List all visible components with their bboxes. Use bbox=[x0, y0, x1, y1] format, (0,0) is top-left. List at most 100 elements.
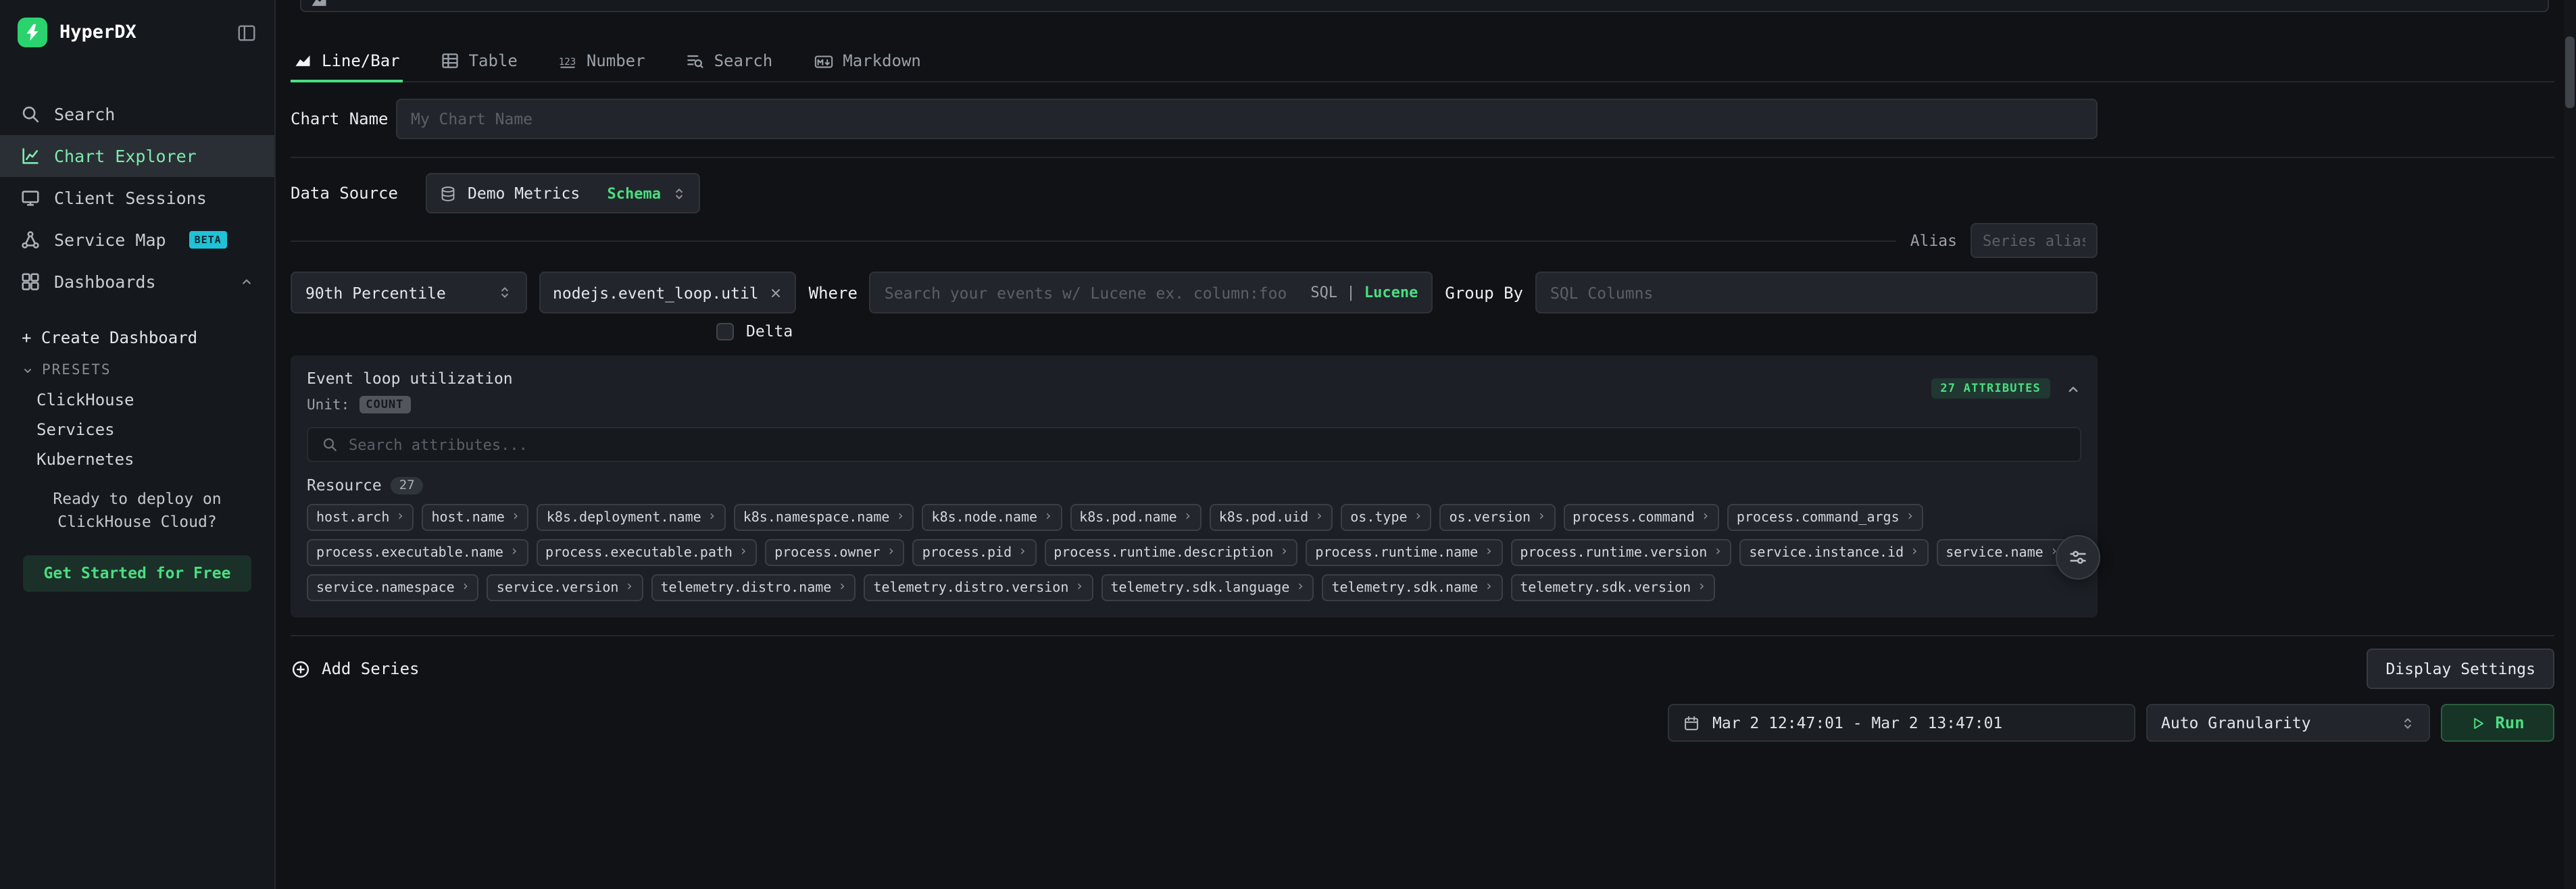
metric-attributes-panel: Event loop utilization Unit: COUNT 27 AT… bbox=[291, 355, 2098, 617]
sidebar-item-search[interactable]: Search bbox=[0, 93, 274, 135]
time-range-picker[interactable]: Mar 2 12:47:01 - Mar 2 13:47:01 bbox=[1668, 704, 2135, 742]
add-series-button[interactable]: Add Series bbox=[291, 659, 420, 679]
attribute-chip[interactable]: k8s.pod.uid › bbox=[1210, 504, 1333, 531]
attribute-chip[interactable]: process.command_args › bbox=[1727, 504, 1924, 531]
chart-name-input[interactable] bbox=[411, 109, 2083, 128]
attribute-chip-label: process.runtime.description bbox=[1054, 545, 1273, 560]
data-source-select[interactable]: Demo Metrics Schema bbox=[426, 173, 700, 213]
search-icon bbox=[20, 104, 41, 124]
sidebar-collapse-icon[interactable] bbox=[237, 22, 257, 43]
chevron-right-icon: › bbox=[1714, 546, 1722, 559]
divider bbox=[291, 240, 1897, 241]
sidebar-preset-item[interactable]: Services bbox=[0, 415, 274, 444]
attribute-chip[interactable]: process.executable.name › bbox=[307, 539, 528, 566]
tab-label: Search bbox=[714, 51, 773, 70]
attribute-chip[interactable]: telemetry.distro.version › bbox=[864, 574, 1093, 601]
svg-text:123: 123 bbox=[559, 57, 576, 68]
lucene-toggle[interactable]: Lucene bbox=[1364, 284, 1418, 301]
tab-table[interactable]: Table bbox=[438, 41, 520, 81]
display-settings-button[interactable]: Display Settings bbox=[2367, 649, 2554, 689]
attribute-chip-label: k8s.pod.name bbox=[1079, 510, 1177, 525]
scrollbar-thumb[interactable] bbox=[2565, 36, 2575, 108]
sidebar-preset-item[interactable]: ClickHouse bbox=[0, 385, 274, 415]
get-started-button[interactable]: Get Started for Free bbox=[23, 555, 251, 591]
sidebar-item-client-sessions[interactable]: Client Sessions bbox=[0, 177, 274, 219]
sidebar-item-chart-explorer[interactable]: Chart Explorer bbox=[0, 135, 274, 177]
sidebar-item-label: Client Sessions bbox=[54, 188, 207, 208]
tab-search[interactable]: Search bbox=[683, 41, 776, 81]
granularity-select[interactable]: Auto Granularity bbox=[2146, 704, 2430, 742]
aggregation-select[interactable]: 90th Percentile bbox=[291, 272, 527, 313]
attribute-chip[interactable]: telemetry.distro.name › bbox=[651, 574, 856, 601]
dashboard-name-input-cutoff[interactable] bbox=[300, 0, 2549, 12]
filters-fab-button[interactable] bbox=[2056, 535, 2100, 580]
attribute-chip[interactable]: os.type › bbox=[1341, 504, 1431, 531]
schema-link[interactable]: Schema bbox=[608, 184, 662, 202]
attribute-chip[interactable]: host.name › bbox=[422, 504, 528, 531]
chevron-right-icon: › bbox=[739, 546, 747, 559]
attribute-chip[interactable]: k8s.node.name › bbox=[922, 504, 1062, 531]
where-input[interactable] bbox=[885, 283, 1300, 302]
chevron-right-icon: › bbox=[1184, 511, 1192, 524]
metric-chip[interactable]: nodejs.event_loop.util bbox=[539, 272, 797, 313]
attribute-chip-label: process.runtime.name bbox=[1315, 545, 1478, 560]
chart-icon bbox=[20, 146, 41, 166]
chevron-right-icon: › bbox=[1698, 581, 1706, 594]
attribute-chip-label: process.command_args bbox=[1737, 510, 1900, 525]
attribute-chip[interactable]: telemetry.sdk.version › bbox=[1510, 574, 1715, 601]
attribute-chip[interactable]: k8s.pod.name › bbox=[1070, 504, 1202, 531]
list-search-icon bbox=[686, 51, 705, 70]
attribute-chip-label: service.instance.id bbox=[1749, 545, 1904, 560]
run-button[interactable]: Run bbox=[2441, 704, 2554, 742]
collapse-panel-icon[interactable] bbox=[2065, 380, 2081, 397]
attribute-chip[interactable]: telemetry.sdk.name › bbox=[1322, 574, 1502, 601]
chevron-down-icon bbox=[22, 364, 34, 376]
alias-input[interactable] bbox=[1983, 232, 2085, 249]
tab-markdown[interactable]: Markdown bbox=[810, 41, 924, 81]
granularity-value: Auto Granularity bbox=[2161, 713, 2311, 732]
database-icon bbox=[439, 184, 457, 202]
alias-inputbox bbox=[1971, 223, 2098, 258]
tab-number[interactable]: 123 Number bbox=[555, 41, 648, 81]
chevron-right-icon: › bbox=[1702, 511, 1710, 524]
attribute-chip[interactable]: process.owner › bbox=[765, 539, 905, 566]
group-by-input[interactable] bbox=[1550, 283, 2083, 302]
remove-metric-icon[interactable] bbox=[770, 286, 783, 299]
delta-checkbox[interactable] bbox=[716, 322, 734, 340]
chevron-right-icon: › bbox=[1485, 546, 1493, 559]
sql-toggle[interactable]: SQL bbox=[1310, 284, 1337, 301]
presets-toggle[interactable]: PRESETS bbox=[0, 355, 274, 385]
toggle-divider: | bbox=[1346, 284, 1355, 301]
chevron-updown-icon bbox=[672, 186, 687, 201]
attribute-chip[interactable]: process.pid › bbox=[913, 539, 1037, 566]
sidebar-item-service-map[interactable]: Service Map BETA bbox=[0, 219, 274, 261]
area-chart-icon bbox=[309, 0, 328, 9]
chevron-right-icon: › bbox=[1018, 546, 1026, 559]
divider bbox=[291, 157, 2554, 158]
create-dashboard-button[interactable]: + Create Dashboard bbox=[0, 320, 274, 355]
attribute-chip[interactable]: service.instance.id › bbox=[1739, 539, 1928, 566]
data-source-value: Demo Metrics bbox=[468, 184, 580, 203]
sidebar-preset-item[interactable]: Kubernetes bbox=[0, 444, 274, 474]
chevron-right-icon: › bbox=[1906, 511, 1914, 524]
attribute-chip[interactable]: service.name › bbox=[1936, 539, 2068, 566]
sidebar-item-dashboards[interactable]: Dashboards bbox=[0, 261, 274, 303]
attribute-chip[interactable]: service.namespace › bbox=[307, 574, 479, 601]
sidebar-item-label: Service Map bbox=[54, 230, 166, 250]
attribute-chip[interactable]: process.executable.path › bbox=[536, 539, 757, 566]
time-range-value: Mar 2 12:47:01 - Mar 2 13:47:01 bbox=[1712, 713, 2002, 732]
attribute-chip[interactable]: telemetry.sdk.language › bbox=[1101, 574, 1314, 601]
attribute-chip[interactable]: os.version › bbox=[1440, 504, 1556, 531]
attribute-search-input[interactable] bbox=[349, 436, 2066, 453]
attribute-chip[interactable]: service.version › bbox=[487, 574, 643, 601]
sidebar: HyperDX Search Chart Explorer bbox=[0, 0, 276, 889]
attribute-chip[interactable]: host.arch › bbox=[307, 504, 414, 531]
attribute-chip[interactable]: k8s.deployment.name › bbox=[537, 504, 726, 531]
where-label: Where bbox=[809, 283, 858, 302]
attribute-chip[interactable]: process.runtime.description › bbox=[1044, 539, 1297, 566]
attribute-chip[interactable]: process.command › bbox=[1563, 504, 1719, 531]
attribute-chip[interactable]: process.runtime.name › bbox=[1306, 539, 1502, 566]
attribute-chip[interactable]: k8s.namespace.name › bbox=[734, 504, 914, 531]
attribute-chip[interactable]: process.runtime.version › bbox=[1510, 539, 1731, 566]
tab-line-bar[interactable]: Line/Bar bbox=[291, 41, 403, 81]
